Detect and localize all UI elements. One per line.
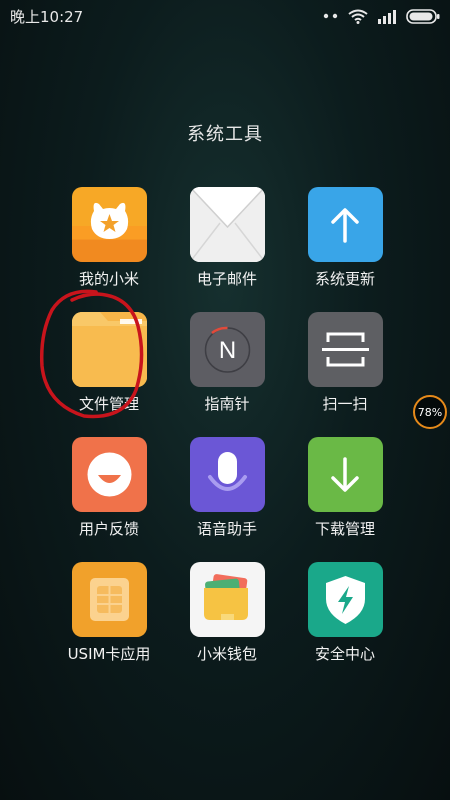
app-feedback[interactable]: 用户反馈 (50, 437, 168, 562)
app-email[interactable]: 电子邮件 (168, 187, 286, 312)
app-mi-wallet[interactable]: 小米钱包 (168, 562, 286, 687)
app-label: USIM卡应用 (67, 645, 151, 663)
app-scan[interactable]: 扫一扫 (286, 312, 404, 437)
app-label: 用户反馈 (78, 520, 139, 538)
app-security-center[interactable]: 安全中心 (286, 562, 404, 687)
status-bar: 晚上10:27 (0, 0, 450, 32)
arrow-up-icon (307, 187, 383, 262)
scan-icon (307, 312, 383, 387)
compass-letter: N (218, 337, 235, 364)
smile-icon (71, 437, 147, 512)
app-label: 我的小米 (78, 270, 139, 288)
microphone-icon (189, 437, 265, 512)
app-grid: 我的小米 电子邮件 系统更新 文件管理 N 指南针 扫一扫 用户反馈 语音助手 … (39, 187, 400, 667)
battery-icon (406, 8, 440, 24)
floating-battery-widget[interactable]: 78% (413, 395, 447, 429)
folder-title: 系统工具 (187, 124, 263, 145)
app-my-xiaomi[interactable]: 我的小米 (50, 187, 168, 312)
app-system-update[interactable]: 系统更新 (286, 187, 404, 312)
signal-icon (377, 9, 397, 24)
app-label: 电子邮件 (196, 270, 257, 288)
app-file-manager[interactable]: 文件管理 (39, 289, 168, 437)
app-label: 指南针 (204, 395, 250, 413)
app-usim[interactable]: USIM卡应用 (50, 562, 168, 687)
app-label: 系统更新 (314, 270, 375, 288)
app-compass[interactable]: N 指南针 (168, 312, 286, 437)
app-download-manager[interactable]: 下载管理 (286, 437, 404, 562)
app-voice-assistant[interactable]: 语音助手 (168, 437, 286, 562)
app-label: 下载管理 (314, 520, 375, 538)
sim-card-icon (71, 562, 147, 637)
app-label: 扫一扫 (322, 395, 368, 413)
wallet-icon (189, 562, 265, 637)
app-label: 文件管理 (78, 395, 139, 413)
compass-icon: N (189, 312, 265, 387)
dots-icon (323, 13, 339, 19)
shield-icon (307, 562, 383, 637)
app-label: 语音助手 (196, 520, 257, 538)
envelope-icon (189, 187, 265, 262)
wifi-icon (348, 9, 368, 24)
status-time: 晚上10:27 (10, 7, 84, 26)
mi-bunny-icon (71, 187, 147, 262)
app-label: 安全中心 (314, 645, 375, 663)
folder-icon (71, 312, 147, 387)
arrow-down-icon (307, 437, 383, 512)
app-label: 小米钱包 (196, 645, 257, 663)
floating-battery-text: 78% (417, 405, 443, 419)
status-icons (323, 8, 440, 24)
